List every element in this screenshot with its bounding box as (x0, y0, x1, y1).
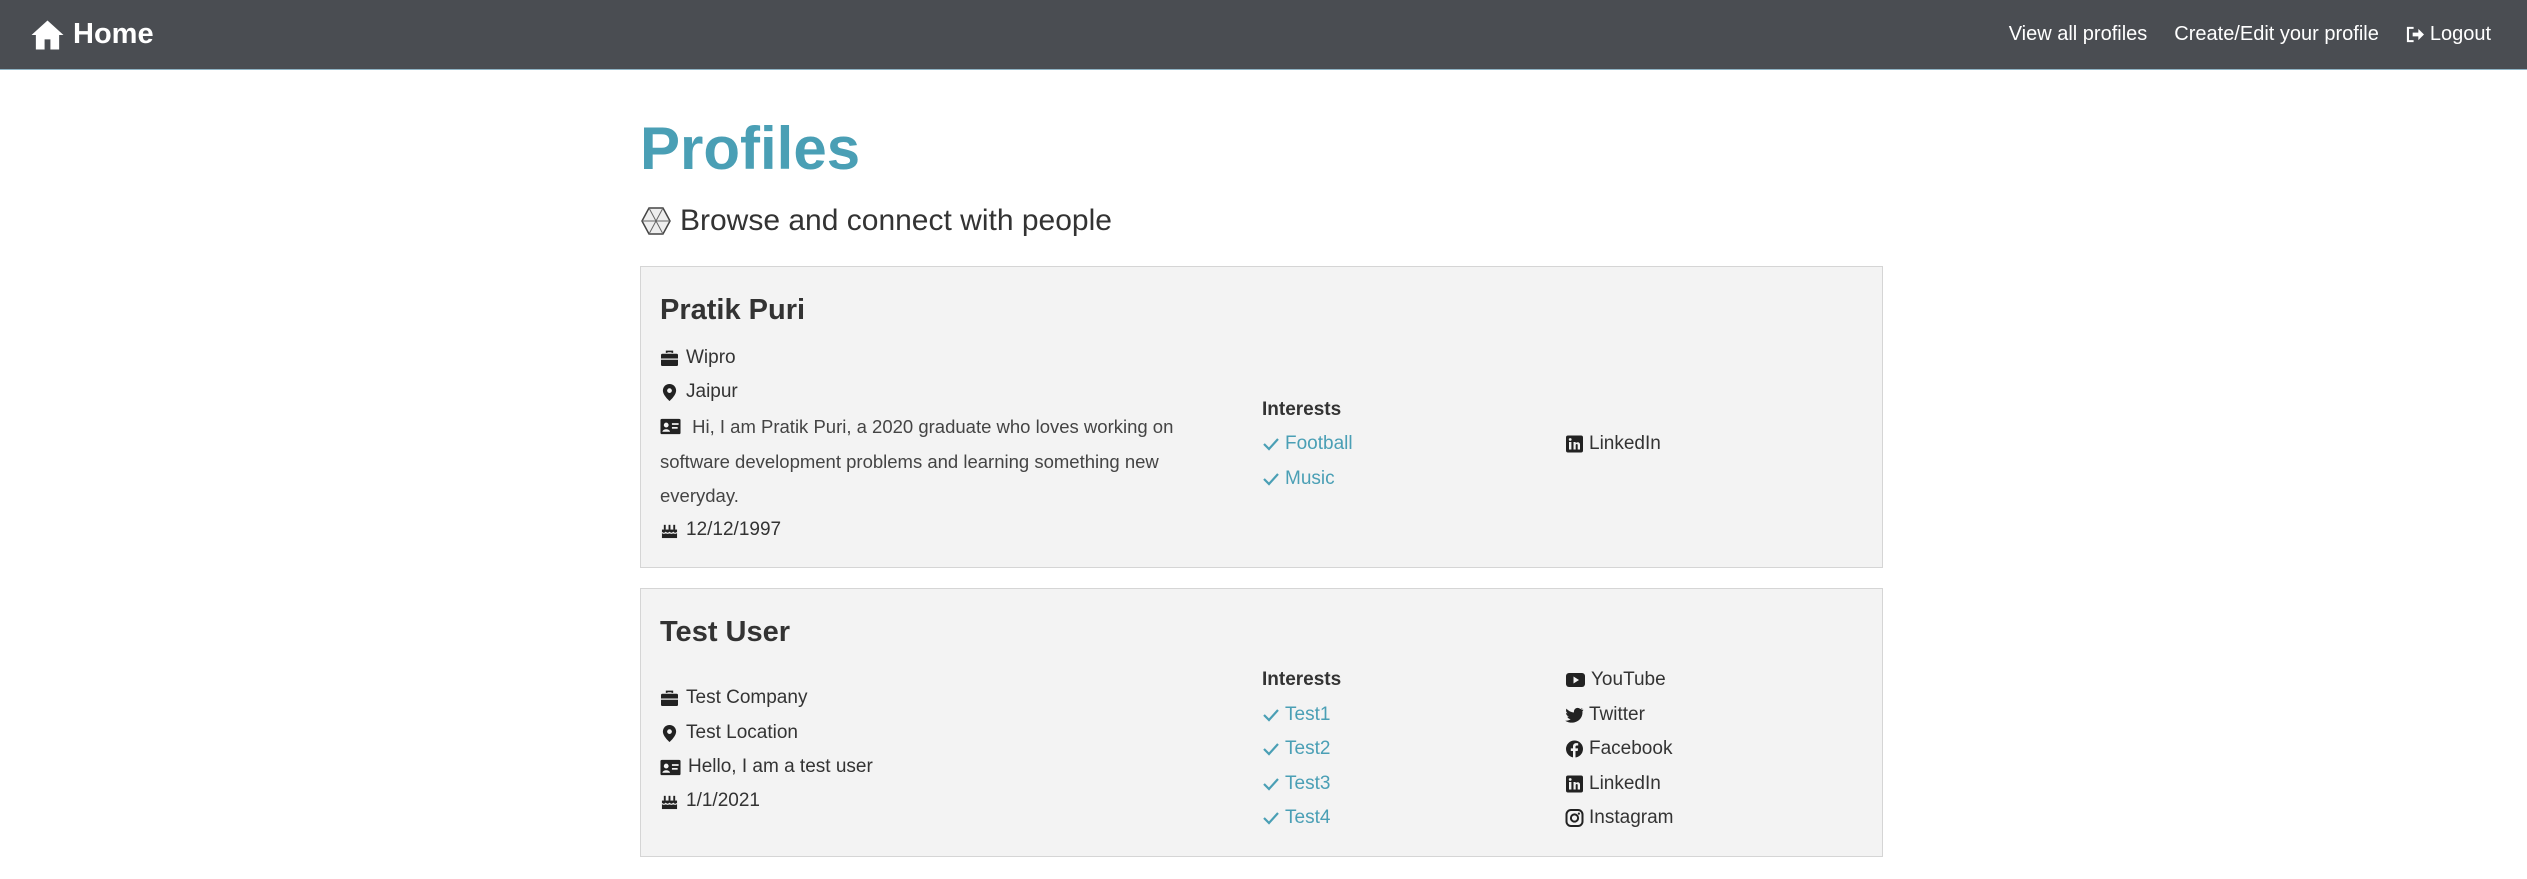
social-label: LinkedIn (1589, 773, 1661, 794)
social-label: Facebook (1589, 738, 1673, 759)
social-link-youtube[interactable]: YouTube (1565, 669, 1666, 691)
bio-text: Hi, I am Pratik Puri, a 2020 graduate wh… (660, 416, 1174, 506)
check-icon (1263, 473, 1279, 486)
interest-label: Test4 (1285, 807, 1331, 828)
linkedin-icon (1566, 775, 1583, 793)
view-all-profiles-link[interactable]: View all profiles (2009, 23, 2148, 46)
check-icon (1263, 743, 1279, 756)
check-icon (1263, 438, 1279, 451)
social-link-linkedin[interactable]: LinkedIn (1565, 773, 1661, 795)
home-link[interactable]: Home (30, 18, 154, 51)
home-icon (31, 19, 64, 50)
interest-item[interactable]: Test2 (1262, 738, 1330, 760)
interest-item[interactable]: Test4 (1262, 807, 1330, 829)
interest-label: Test3 (1285, 773, 1331, 794)
profile-card: Test User Test Company Test Location Hel… (640, 588, 1883, 857)
logout-label: Logout (2429, 23, 2491, 45)
location-text: Jaipur (686, 381, 738, 402)
check-icon (1263, 778, 1279, 791)
social-label: LinkedIn (1589, 433, 1661, 454)
profile-company: Test Company (660, 687, 807, 709)
page-title: Profiles (640, 115, 861, 182)
profile-bio: Hi, I am Pratik Puri, a 2020 graduate wh… (660, 410, 1220, 514)
bio-text: Hello, I am a test user (688, 756, 873, 777)
location-text: Test Location (686, 722, 798, 743)
interest-label: Test2 (1285, 738, 1331, 759)
profile-birthday: 12/12/1997 (660, 519, 781, 541)
page-lead: Browse and connect with people (640, 204, 1112, 238)
social-label: YouTube (1591, 669, 1666, 690)
profile-card: Pratik Puri Wipro Jaipur Hi, I am Pratik… (640, 266, 1883, 568)
linkedin-icon (1566, 435, 1583, 453)
profile-birthday: 1/1/2021 (660, 790, 760, 812)
briefcase-icon (661, 690, 678, 706)
social-label: Instagram (1589, 807, 1674, 828)
profile-location: Test Location (660, 722, 798, 744)
interest-item[interactable]: Football (1262, 433, 1353, 455)
instagram-icon (1565, 809, 1584, 827)
map-marker-icon (662, 724, 677, 742)
company-text: Test Company (686, 687, 808, 708)
map-marker-icon (662, 383, 677, 401)
birthday-text: 1/1/2021 (686, 790, 760, 811)
interest-label: Football (1285, 433, 1353, 454)
birthday-cake-icon (661, 524, 678, 538)
social-link-instagram[interactable]: Instagram (1565, 807, 1673, 829)
profile-bio: Hello, I am a test user (660, 756, 873, 778)
create-edit-profile-link[interactable]: Create/Edit your profile (2174, 23, 2379, 46)
profile-company: Wipro (660, 347, 736, 369)
profile-location: Jaipur (660, 381, 738, 403)
social-link-linkedin[interactable]: LinkedIn (1565, 433, 1661, 455)
id-card-icon (660, 759, 681, 775)
check-icon (1263, 812, 1279, 825)
check-icon (1263, 709, 1279, 722)
briefcase-icon (661, 350, 678, 366)
interest-item[interactable]: Test1 (1262, 704, 1330, 726)
youtube-icon (1566, 673, 1585, 687)
interest-item[interactable]: Music (1262, 468, 1335, 490)
nav-links: View all profiles Create/Edit your profi… (1982, 23, 2491, 46)
interests-heading: Interests (1262, 399, 1342, 420)
social-label: Twitter (1589, 704, 1645, 725)
interest-label: Music (1285, 468, 1335, 489)
lead-text: Browse and connect with people (680, 204, 1112, 237)
home-label: Home (73, 18, 154, 50)
interest-item[interactable]: Test3 (1262, 773, 1330, 795)
social-link-facebook[interactable]: Facebook (1565, 738, 1672, 760)
birthday-text: 12/12/1997 (686, 519, 782, 540)
id-card-icon (660, 418, 681, 435)
connect-icon (641, 207, 671, 235)
social-link-twitter[interactable]: Twitter (1565, 704, 1645, 726)
profile-name: Pratik Puri (660, 294, 806, 326)
navbar: Home View all profiles Create/Edit your … (0, 0, 2527, 70)
interest-label: Test1 (1285, 704, 1331, 725)
profile-name: Test User (660, 616, 791, 648)
interests-heading: Interests (1262, 669, 1342, 690)
twitter-icon (1565, 707, 1584, 723)
logout-link[interactable]: Logout (2406, 23, 2491, 46)
sign-out-icon (2406, 26, 2424, 43)
birthday-cake-icon (661, 795, 678, 809)
company-text: Wipro (686, 347, 736, 368)
facebook-icon (1566, 740, 1583, 758)
